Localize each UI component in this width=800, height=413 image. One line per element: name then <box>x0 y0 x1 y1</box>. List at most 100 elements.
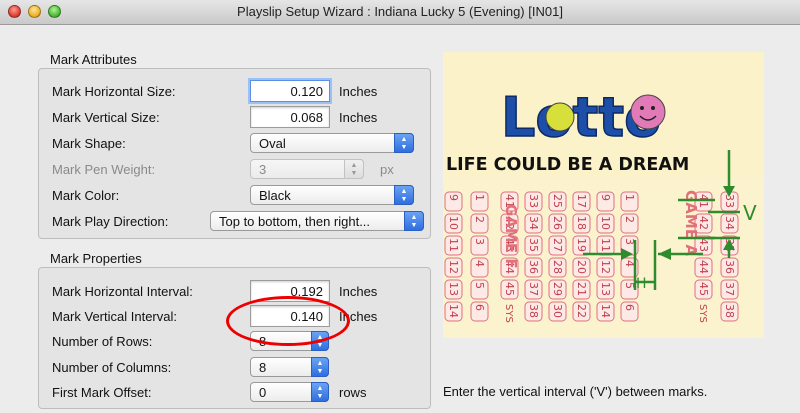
lotto-ball-icon <box>545 102 575 132</box>
slip-number: 37 <box>527 282 540 296</box>
slip-number: 45 <box>697 282 710 296</box>
playslip-preview: Lotto LIFE COULD BE A DREAM 9 10 11 12 13 14 1… <box>443 52 764 338</box>
slip-number: 45 <box>503 282 516 296</box>
updown-arrows-icon: ▲ ▼ <box>394 185 414 205</box>
playslip-preview-svg: Lotto LIFE COULD BE A DREAM 910111213141… <box>443 52 764 338</box>
slip-number: 33 <box>527 194 540 208</box>
mark-vertical-size-unit: Inches <box>339 110 378 125</box>
slip-number: 12 <box>447 260 460 274</box>
slip-number: 9 <box>599 194 612 201</box>
mark-play-direction-value: Top to bottom, then right... <box>219 214 371 229</box>
stepper-arrows-icon: ▲ ▼ <box>344 159 364 179</box>
slip-number: 12 <box>599 260 612 274</box>
slip-number: 22 <box>575 304 588 318</box>
sys-label: SYS <box>503 304 514 323</box>
slip-number: 27 <box>551 238 564 252</box>
slip-number: 17 <box>575 194 588 208</box>
slip-number: 28 <box>551 260 564 274</box>
slip-number: 14 <box>599 304 612 318</box>
window-title: Playslip Setup Wizard : Indiana Lucky 5 … <box>237 4 563 19</box>
slip-number: 36 <box>527 260 540 274</box>
stepper-arrows-icon: ▲ ▼ <box>311 382 329 402</box>
slip-number: 44 <box>697 260 710 274</box>
slip-number: 38 <box>527 304 540 318</box>
slip-number: 25 <box>551 194 564 208</box>
mark-properties-title: Mark Properties <box>50 251 142 266</box>
highlight-circle <box>226 296 350 346</box>
mark-pen-weight-value: 3 <box>259 162 267 177</box>
slip-number: 29 <box>551 282 564 296</box>
updown-arrows-icon: ▲ ▼ <box>404 211 424 231</box>
first-mark-offset-unit: rows <box>339 385 367 400</box>
mark-horizontal-size-label: Mark Horizontal Size: <box>52 84 176 99</box>
slip-number: 10 <box>599 216 612 230</box>
wizard-window: Playslip Setup Wizard : Indiana Lucky 5 … <box>0 0 800 413</box>
slip-number: 9 <box>447 194 460 201</box>
mark-shape-popup[interactable]: Oval ▲ ▼ <box>250 133 414 153</box>
slip-number: 11 <box>447 238 460 252</box>
slip-number: 2 <box>473 216 486 223</box>
mark-vertical-size-input[interactable]: 0.068 <box>250 106 330 128</box>
number-of-columns-stepper[interactable]: 8 ▲ ▼ <box>250 357 329 377</box>
slogan-text: LIFE COULD BE A DREAM <box>446 155 689 175</box>
slip-number: 35 <box>527 238 540 252</box>
mark-color-popup[interactable]: Black ▲ ▼ <box>250 185 414 205</box>
sys-label: SYS <box>697 304 708 323</box>
horizontal-interval-marker: H <box>636 276 647 292</box>
slip-number: 18 <box>575 216 588 230</box>
mark-play-direction-popup[interactable]: Top to bottom, then right... ▲ ▼ <box>210 211 424 231</box>
slip-number: 5 <box>473 282 486 289</box>
mark-horizontal-interval-unit: Inches <box>339 284 378 299</box>
mark-color-value: Black <box>259 188 291 203</box>
mark-pen-weight-unit: px <box>380 162 394 177</box>
slip-number: 34 <box>723 216 736 230</box>
slip-number: 13 <box>447 282 460 296</box>
slip-number: 21 <box>575 282 588 296</box>
mark-pen-weight-stepper[interactable]: 3 ▲ ▼ <box>250 159 364 179</box>
first-mark-offset-stepper[interactable]: 0 ▲ ▼ <box>250 382 329 402</box>
slip-number: 1 <box>473 194 486 201</box>
slip-number: 34 <box>527 216 540 230</box>
mark-shape-value: Oval <box>259 136 286 151</box>
number-of-columns-value: 8 <box>259 360 267 375</box>
slip-number: 1 <box>623 194 636 201</box>
slip-number: 33 <box>723 194 736 208</box>
updown-arrows-icon: ▲ ▼ <box>394 133 414 153</box>
vertical-interval-marker: V <box>743 201 757 225</box>
slip-number: 6 <box>623 304 636 311</box>
slip-number: 30 <box>551 304 564 318</box>
slip-number: 6 <box>473 304 486 311</box>
slip-number: 36 <box>723 260 736 274</box>
number-of-columns-label: Number of Columns: <box>52 360 172 375</box>
mark-horizontal-interval-label: Mark Horizontal Interval: <box>52 284 193 299</box>
first-mark-offset-label: First Mark Offset: <box>52 385 152 400</box>
mark-horizontal-size-unit: Inches <box>339 84 378 99</box>
slip-number: 38 <box>723 304 736 318</box>
mark-shape-label: Mark Shape: <box>52 136 126 151</box>
slip-number: 2 <box>623 216 636 223</box>
slip-number: 3 <box>473 238 486 245</box>
title-bar[interactable]: Playslip Setup Wizard : Indiana Lucky 5 … <box>0 0 800 25</box>
mark-pen-weight-label: Mark Pen Weight: <box>52 162 156 177</box>
stepper-arrows-icon: ▲ ▼ <box>311 357 329 377</box>
smiley-ball-icon <box>630 94 666 130</box>
slip-number: 10 <box>447 216 460 230</box>
slip-number: 37 <box>723 282 736 296</box>
slip-number: 13 <box>599 282 612 296</box>
slip-number: 11 <box>599 238 612 252</box>
mark-color-label: Mark Color: <box>52 188 120 203</box>
slip-number: 20 <box>575 260 588 274</box>
instruction-hint: Enter the vertical interval ('V') betwee… <box>443 384 708 399</box>
number-of-rows-label: Number of Rows: <box>52 334 153 349</box>
slip-number: 26 <box>551 216 564 230</box>
mark-attributes-title: Mark Attributes <box>50 52 137 67</box>
mark-vertical-interval-label: Mark Vertical Interval: <box>52 309 177 324</box>
mark-play-direction-label: Mark Play Direction: <box>52 214 169 229</box>
mark-vertical-size-label: Mark Vertical Size: <box>52 110 160 125</box>
mark-horizontal-size-input[interactable]: 0.120 <box>250 80 330 102</box>
slip-number: 19 <box>575 238 588 252</box>
slip-number: 4 <box>473 260 486 267</box>
first-mark-offset-value: 0 <box>259 385 267 400</box>
game-f-label: GAME F <box>502 204 520 269</box>
slip-number: 14 <box>447 304 460 318</box>
